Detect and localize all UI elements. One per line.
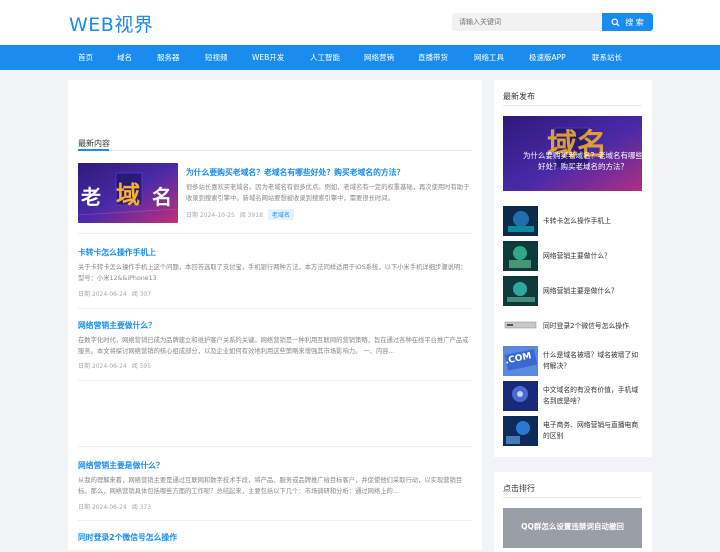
article-date: 日期 2024-06-24 (78, 363, 127, 370)
article-divider (78, 308, 472, 309)
article-views: 阅 595 (131, 363, 152, 370)
article-views: 阅 3918 (239, 212, 263, 219)
article-summary: 关于卡转卡怎么操作手机上这个问题，本回答选取了支付宝，手机银行两种方法，本方法同… (78, 264, 467, 282)
nav-item-domain[interactable]: 域名 (117, 45, 132, 70)
nav-item-server[interactable]: 服务器 (157, 45, 180, 70)
sidebar-featured-caption[interactable]: 为什么要购买老域名？老域名有哪些好处？购买老域名的方法？ (523, 150, 642, 172)
article-summary: 在数字化时代，网络营销已成为品牌建立和维护客户关系的关键。网络营销是一种利用互联… (78, 337, 469, 355)
article-meta: 日期 2024-06-24 阅 373 (78, 502, 151, 511)
list-item-thumb: .COM (503, 346, 538, 376)
article-divider (78, 520, 472, 521)
article-meta: 日期 2024-10-25 阅 3918 老域名 (186, 209, 294, 220)
sidebar-title-latest: 最新发布 (503, 92, 535, 101)
article-views: 阅 307 (131, 291, 152, 298)
article-title[interactable]: 为什么要购买老域名？老域名有哪些好处？购买老域名的方法？ (186, 167, 404, 178)
article-views: 阅 373 (131, 504, 152, 511)
nav-item-web-dev[interactable]: WEB开发 (252, 45, 284, 70)
ad-divider (78, 446, 472, 447)
nav-item-live[interactable]: 直播带货 (418, 45, 448, 70)
list-item-thumb (503, 276, 538, 306)
article-date: 日期 2024-06-24 (78, 291, 127, 298)
article-thumbnail[interactable]: 老 域 名 (78, 163, 178, 223)
article-title[interactable]: 同时登录2个微信号怎么操作 (78, 532, 177, 543)
section-divider (78, 150, 472, 151)
list-item[interactable]: 电子商务、网络营销与直播电商的区别 (503, 416, 643, 446)
sidebar-hot: 点击排行 QQ群怎么设置违禁词自动撤回 (494, 472, 652, 552)
list-item[interactable]: 网络营销主要做什么？ (503, 241, 643, 271)
article-title[interactable]: 网络营销主要是做什么？ (78, 460, 164, 471)
nav-item-home[interactable]: 首页 (78, 45, 93, 70)
search-icon (611, 17, 620, 27)
article-divider (78, 380, 472, 381)
article-meta: 日期 2024-06-24 阅 595 (78, 361, 151, 370)
list-item-title: 电子商务、网络营销与直播电商的区别 (543, 421, 639, 440)
article-summary: 很多站长喜欢买老域名。因为老域名有很多优点。例如，老域名有一定的权重基础，再次使… (186, 184, 470, 202)
hot-featured-caption: QQ群怎么设置违禁词自动撤回 (521, 522, 624, 531)
sidebar-latest: 最新发布 域名 为什么要购买老域名？老域名有哪些好处？购买老域名的方法？ 卡转卡… (494, 80, 652, 457)
thumb-char-2: 域 (116, 181, 140, 209)
list-item[interactable]: 同时登录2个微信号怎么操作 (503, 311, 643, 341)
list-item-title: 网络营销主要是做什么？ (543, 286, 618, 295)
sidebar-divider (503, 497, 642, 498)
nav-item-app[interactable]: 极速版APP (529, 45, 566, 70)
thumb-char-1: 老 (81, 185, 101, 209)
thumb-char-3: 名 (152, 185, 172, 209)
article-tag[interactable]: 老域名 (267, 209, 294, 220)
search-button[interactable]: 搜 索 (602, 13, 653, 31)
list-item-thumb (503, 311, 538, 341)
list-item-title: 网络营销主要做什么？ (543, 251, 611, 260)
sidebar-featured-image[interactable]: 域名 为什么要购买老域名？老域名有哪些好处？购买老域名的方法？ (503, 116, 642, 191)
list-item-thumb (503, 416, 538, 446)
list-item-thumb (503, 206, 538, 236)
sidebar-divider (503, 105, 642, 106)
list-item-title: 中文域名的有没有价值，手机域名到底是啥？ (543, 386, 639, 405)
site-logo[interactable]: WEB视界 (69, 10, 153, 37)
nav-item-short-video[interactable]: 短视频 (205, 45, 228, 70)
article-title[interactable]: 卡转卡怎么操作手机上 (78, 247, 156, 258)
list-item[interactable]: 卡转卡怎么操作手机上 (503, 206, 643, 236)
main-nav: 首页 域名 服务器 短视频 WEB开发 人工智能 网络营销 直播带货 网络工具 … (0, 45, 720, 70)
list-item-thumb (503, 381, 538, 411)
hot-featured-image[interactable]: QQ群怎么设置违禁词自动撤回 (503, 508, 642, 548)
article-date: 日期 2024-10-25 (186, 212, 235, 219)
list-item[interactable]: .COM 什么是域名被墙？域名被墙了如何解决？ (503, 346, 643, 376)
article-date: 日期 2024-06-24 (78, 504, 127, 511)
list-item[interactable]: 网络营销主要是做什么？ (503, 276, 643, 306)
article-summary: 从我的理解来看，网络营销主要是通过互联网和数字技术手段，将产品、服务或品牌推广给… (78, 477, 463, 495)
list-item-title: 什么是域名被墙？域名被墙了如何解决？ (543, 351, 639, 370)
site-header: WEB视界 搜 索 (0, 0, 720, 45)
article-divider (78, 233, 472, 234)
article-meta: 日期 2024-06-24 阅 307 (78, 289, 151, 298)
search-button-label: 搜 索 (625, 17, 644, 27)
section-accent (78, 149, 109, 151)
list-item[interactable]: 中文域名的有没有价值，手机域名到底是啥？ (503, 381, 643, 411)
nav-item-tools[interactable]: 网络工具 (474, 45, 504, 70)
sidebar-title-hot: 点击排行 (503, 484, 535, 493)
search-input[interactable] (452, 13, 602, 31)
article-title[interactable]: 网络营销主要做什么？ (78, 320, 156, 331)
section-title-latest: 最新内容 (78, 139, 110, 148)
list-item-thumb (503, 241, 538, 271)
nav-item-ai[interactable]: 人工智能 (310, 45, 340, 70)
list-item-title: 卡转卡怎么操作手机上 (543, 216, 611, 225)
main-content: 最新内容 老 域 名 为什么要购买老域名？老域名有哪些好处？购买老域名的方法？ … (68, 80, 482, 550)
list-item-title: 同时登录2个微信号怎么操作 (543, 321, 629, 330)
nav-item-contact[interactable]: 联系站长 (592, 45, 622, 70)
nav-item-marketing[interactable]: 网络营销 (364, 45, 394, 70)
